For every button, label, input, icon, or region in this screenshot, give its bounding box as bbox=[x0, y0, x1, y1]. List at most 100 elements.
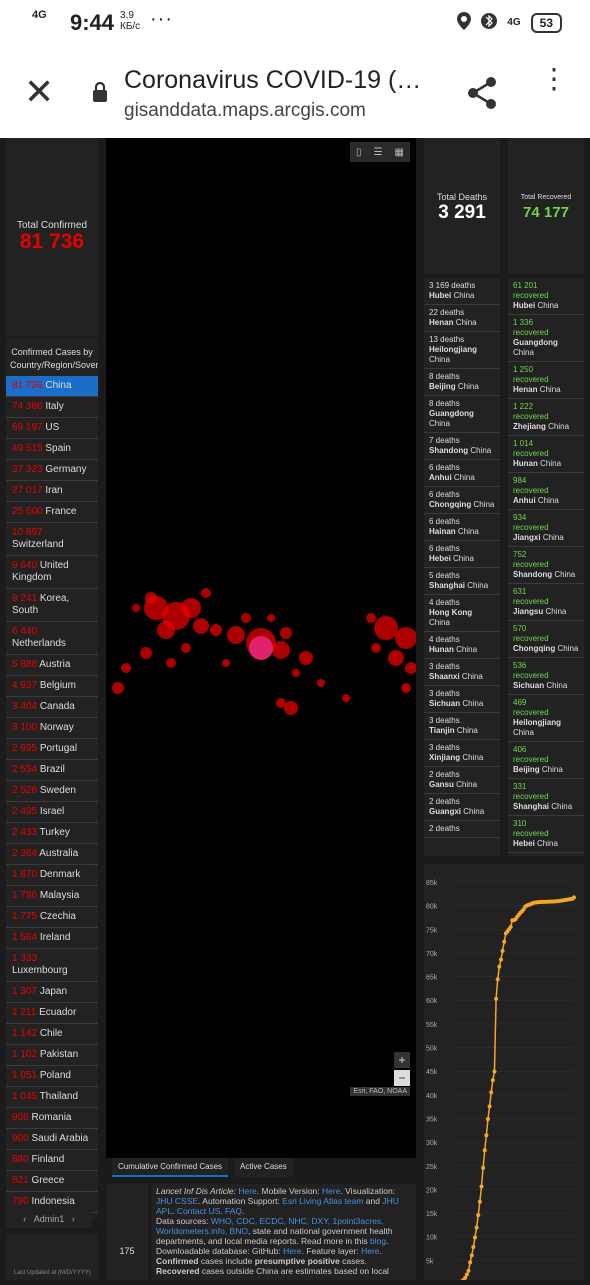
list-item[interactable]: 3 deaths Xinjiang China bbox=[424, 740, 500, 767]
admin-tab[interactable]: Admin1 bbox=[34, 1214, 65, 1224]
data-point[interactable] bbox=[490, 1078, 495, 1083]
list-item[interactable]: 984 recovered Anhui China bbox=[508, 473, 584, 510]
list-item[interactable]: 295recoveredFujian China bbox=[508, 853, 584, 856]
data-point[interactable] bbox=[469, 1253, 474, 1258]
list-item[interactable]: 2 deaths bbox=[424, 821, 500, 838]
data-point[interactable] bbox=[497, 964, 502, 969]
data-point[interactable] bbox=[494, 996, 499, 1001]
list-item[interactable]: 1 336 recovered Guangdong China bbox=[508, 315, 584, 362]
list-item[interactable]: 9 241 Korea, South bbox=[6, 589, 98, 622]
case-bubble[interactable] bbox=[317, 679, 325, 687]
list-item[interactable]: 1 775 Czechia bbox=[6, 907, 98, 928]
data-point[interactable] bbox=[481, 1165, 486, 1170]
case-bubble[interactable] bbox=[241, 613, 251, 623]
case-bubble[interactable] bbox=[366, 613, 376, 623]
list-item[interactable]: 752 recovered Shandong China bbox=[508, 547, 584, 584]
data-point[interactable] bbox=[471, 1245, 476, 1250]
list-item[interactable]: 906 Romania bbox=[6, 1108, 98, 1129]
list-item[interactable]: 1 142 Chile bbox=[6, 1024, 98, 1045]
data-point[interactable] bbox=[468, 1260, 473, 1265]
data-point[interactable] bbox=[476, 1213, 481, 1218]
list-item[interactable]: 631 recovered Jiangsu China bbox=[508, 584, 584, 621]
list-item[interactable]: 3 deaths Shaanxi China bbox=[424, 659, 500, 686]
data-point[interactable] bbox=[492, 1069, 497, 1074]
list-item[interactable]: 1 307 Japan bbox=[6, 982, 98, 1003]
case-bubble[interactable] bbox=[145, 592, 157, 604]
case-bubble[interactable] bbox=[227, 626, 245, 644]
case-bubble[interactable] bbox=[157, 621, 175, 639]
list-item[interactable]: 1 796 Malaysia bbox=[6, 886, 98, 907]
case-bubble[interactable] bbox=[292, 669, 300, 677]
list-item[interactable]: 536 recovered Sichuan China bbox=[508, 658, 584, 695]
list-item[interactable]: 5 deaths Shanghai China bbox=[424, 568, 500, 595]
list-item[interactable]: 3 100 Norway bbox=[6, 718, 98, 739]
tab-cumulative-confirmed[interactable]: Cumulative Confirmed Cases bbox=[112, 1158, 229, 1177]
list-item[interactable]: 25 600 France bbox=[6, 502, 98, 523]
list-item[interactable]: 1 211 Ecuador bbox=[6, 1003, 98, 1024]
data-point[interactable] bbox=[477, 1199, 482, 1204]
data-point[interactable] bbox=[489, 1090, 494, 1095]
data-point[interactable] bbox=[572, 895, 576, 900]
case-bubble[interactable] bbox=[181, 598, 201, 618]
list-item[interactable]: 2 526 Sweden bbox=[6, 781, 98, 802]
data-point[interactable] bbox=[495, 977, 500, 982]
list-item[interactable]: 2 433 Turkey bbox=[6, 823, 98, 844]
list-item[interactable]: 880 Finland bbox=[6, 1150, 98, 1171]
list-item[interactable]: 934 recovered Jiangxi China bbox=[508, 510, 584, 547]
list-item[interactable]: 1 045 Thailand bbox=[6, 1087, 98, 1108]
list-item[interactable]: 8 deaths Beijing China bbox=[424, 369, 500, 396]
list-item[interactable]: 13 deaths Heilongjiang China bbox=[424, 332, 500, 369]
list-item[interactable]: 1 051 Poland bbox=[6, 1066, 98, 1087]
list-item[interactable]: 6 deaths Anhui China bbox=[424, 460, 500, 487]
list-item[interactable]: 10 897 Switzerland bbox=[6, 523, 98, 556]
map[interactable]: ▯ ☰ ▦ + − Esri, FAO, NOAA bbox=[106, 138, 416, 1158]
list-item[interactable]: 900 Saudi Arabia bbox=[6, 1129, 98, 1150]
list-item[interactable]: 49 515 Spain bbox=[6, 439, 98, 460]
deaths-list[interactable]: 3 169 deaths Hubei China 22 deaths Henan Ch… bbox=[424, 278, 500, 856]
list-item[interactable]: 821 Greece bbox=[6, 1171, 98, 1192]
data-point[interactable] bbox=[482, 1148, 487, 1153]
case-bubble[interactable] bbox=[132, 604, 140, 612]
case-bubble[interactable] bbox=[267, 614, 275, 622]
article-link[interactable]: Here bbox=[238, 1186, 256, 1196]
list-item[interactable]: 74 386 Italy bbox=[6, 397, 98, 418]
list-item[interactable]: 27 017 Iran bbox=[6, 481, 98, 502]
esri-link[interactable]: Esri Living Atlas team bbox=[282, 1196, 363, 1206]
list-item[interactable]: 6 440 Netherlands bbox=[6, 622, 98, 655]
close-icon[interactable]: ✕ bbox=[24, 74, 54, 110]
list-item[interactable]: 310 recovered Hebei China bbox=[508, 816, 584, 853]
list-item[interactable]: 1 564 Ireland bbox=[6, 928, 98, 949]
recovered-list[interactable]: 61 201 recovered Hubei China 1 336 recovered… bbox=[508, 278, 584, 856]
list-item[interactable]: 1 250 recovered Henan China bbox=[508, 362, 584, 399]
data-point[interactable] bbox=[464, 1272, 469, 1277]
list-item[interactable]: 3 169 deaths Hubei China bbox=[424, 278, 500, 305]
list-item[interactable]: 1 222 recovered Zhejiang China bbox=[508, 399, 584, 436]
list-item[interactable]: 4 deaths Hunan China bbox=[424, 632, 500, 659]
case-bubble[interactable] bbox=[299, 651, 313, 665]
case-bubble[interactable] bbox=[121, 663, 131, 673]
mobile-link[interactable]: Here bbox=[322, 1186, 340, 1196]
case-bubble[interactable] bbox=[284, 701, 298, 715]
case-bubble[interactable] bbox=[401, 683, 411, 693]
faq-link[interactable]: FAQ bbox=[225, 1206, 242, 1216]
case-bubble[interactable] bbox=[395, 627, 416, 649]
list-item[interactable]: 7 deaths Shandong China bbox=[424, 433, 500, 460]
list-item[interactable]: 2 deaths Gansu China bbox=[424, 767, 500, 794]
list-item[interactable]: 3 404 Canada bbox=[6, 697, 98, 718]
data-point[interactable] bbox=[502, 939, 507, 944]
list-item[interactable]: 469 recovered Heilongjiang China bbox=[508, 695, 584, 742]
data-point[interactable] bbox=[485, 1117, 490, 1122]
list-item[interactable]: 2 554 Brazil bbox=[6, 760, 98, 781]
list-item[interactable]: 6 deaths Chongqing China bbox=[424, 487, 500, 514]
list-item[interactable]: 6 deaths Hainan China bbox=[424, 514, 500, 541]
data-point[interactable] bbox=[487, 1104, 492, 1109]
data-point[interactable] bbox=[479, 1184, 484, 1189]
list-item[interactable]: 2 995 Portugal bbox=[6, 739, 98, 760]
list-item[interactable]: 1 333 Luxembourg bbox=[6, 949, 98, 982]
case-bubble[interactable] bbox=[272, 641, 290, 659]
confirmed-list[interactable]: Confirmed Cases by Country/Region/Sovere… bbox=[6, 338, 98, 1218]
list-item[interactable]: 406 recovered Beijing China bbox=[508, 742, 584, 779]
data-point[interactable] bbox=[508, 925, 513, 930]
case-bubble[interactable] bbox=[374, 616, 398, 640]
case-bubble[interactable] bbox=[166, 658, 176, 668]
